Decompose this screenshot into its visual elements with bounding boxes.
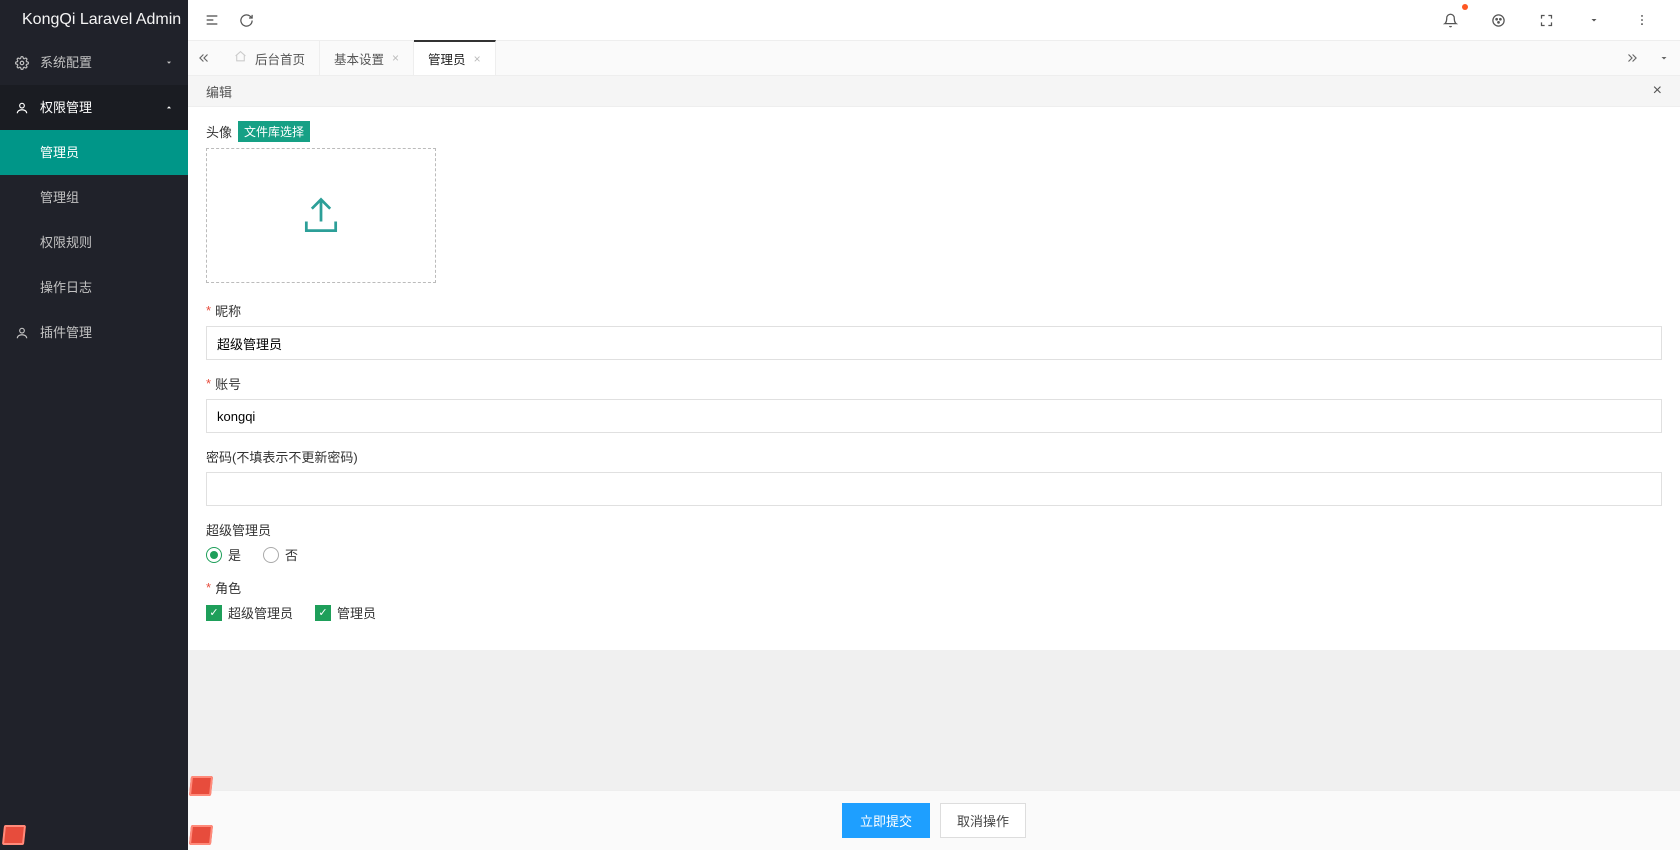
collapse-sidebar-button[interactable] — [198, 6, 226, 34]
radio-label: 是 — [228, 545, 241, 564]
sidebar-item-system[interactable]: 系统配置 — [0, 40, 188, 85]
tab-label: 后台首页 — [255, 49, 305, 68]
spacer — [188, 650, 1680, 790]
upload-icon — [299, 194, 343, 238]
radio-label: 否 — [285, 545, 298, 564]
sidebar-item-operation-log[interactable]: 操作日志 — [0, 265, 188, 310]
password-label: 密码(不填表示不更新密码) — [206, 447, 358, 466]
sidebar-item-label: 权限规则 — [40, 220, 92, 265]
radio-icon — [263, 547, 279, 563]
superadmin-label: 超级管理员 — [206, 520, 271, 539]
role-checkbox-admin[interactable]: ✓ 管理员 — [315, 603, 376, 622]
user-icon — [14, 325, 30, 341]
role-label: 角色 — [215, 578, 241, 597]
sidebar-item-label: 操作日志 — [40, 265, 92, 310]
sidebar-item-label: 管理组 — [40, 175, 79, 220]
checkbox-icon: ✓ — [206, 605, 222, 621]
chevron-up-icon — [164, 85, 174, 130]
tabs-scroll-left[interactable] — [188, 41, 220, 75]
panel-header: 编辑 × — [188, 75, 1680, 107]
account-label: 账号 — [215, 374, 241, 393]
sidebar-item-admin-groups[interactable]: 管理组 — [0, 175, 188, 220]
avatar-label: 头像 — [206, 122, 232, 141]
home-icon — [234, 50, 247, 66]
tab-label: 基本设置 — [334, 49, 384, 68]
tab-admins[interactable]: 管理员 × — [414, 40, 496, 75]
submit-button[interactable]: 立即提交 — [842, 803, 930, 838]
sidebar-item-label: 系统配置 — [40, 40, 92, 85]
sidebar-item-label: 权限管理 — [40, 85, 92, 130]
sidebar-item-permissions[interactable]: 权限管理 — [0, 85, 188, 130]
avatar-upload[interactable] — [206, 148, 436, 283]
checkbox-label: 管理员 — [337, 603, 376, 622]
footer-bar: 立即提交 取消操作 — [188, 790, 1680, 850]
brand-title: KongQi Laravel Admin — [0, 0, 188, 40]
sidebar-item-label: 插件管理 — [40, 310, 92, 355]
tabs-row: 后台首页 基本设置 × 管理员 × — [188, 40, 1680, 75]
close-icon[interactable]: × — [474, 52, 481, 66]
tab-basic-settings[interactable]: 基本设置 × — [320, 41, 414, 75]
chevron-down-icon — [164, 40, 174, 85]
cancel-button[interactable]: 取消操作 — [940, 803, 1026, 838]
more-icon[interactable] — [1628, 6, 1656, 34]
role-checkbox-superadmin[interactable]: ✓ 超级管理员 — [206, 603, 293, 622]
password-input[interactable] — [206, 472, 1662, 506]
checkbox-label: 超级管理员 — [228, 603, 293, 622]
debug-badge-icon[interactable] — [2, 825, 26, 845]
user-icon — [14, 100, 30, 116]
sidebar-item-plugins[interactable]: 插件管理 — [0, 310, 188, 355]
debug-badge-icon[interactable] — [189, 776, 213, 796]
gear-icon — [14, 55, 30, 71]
checkbox-icon: ✓ — [315, 605, 331, 621]
account-input[interactable] — [206, 399, 1662, 433]
debug-badge-icon[interactable] — [189, 825, 213, 845]
superadmin-radio-no[interactable]: 否 — [263, 545, 298, 564]
sidebar-item-label: 管理员 — [40, 130, 79, 175]
tabs-scroll-right[interactable] — [1616, 41, 1648, 75]
fullscreen-icon[interactable] — [1532, 6, 1560, 34]
panel-title-text: 编辑 — [206, 82, 232, 101]
theme-icon[interactable] — [1484, 6, 1512, 34]
nickname-input[interactable] — [206, 326, 1662, 360]
header — [188, 0, 1680, 40]
tabs-dropdown[interactable] — [1648, 41, 1680, 75]
sidebar: KongQi Laravel Admin 系统配置 权限管理 管理员 — [0, 0, 188, 850]
panel-close-button[interactable]: × — [1653, 82, 1662, 100]
sidebar-item-permission-rules[interactable]: 权限规则 — [0, 220, 188, 265]
refresh-button[interactable] — [232, 6, 260, 34]
tab-label: 管理员 — [428, 49, 466, 68]
sidebar-item-admins[interactable]: 管理员 — [0, 130, 188, 175]
close-icon[interactable]: × — [392, 51, 399, 65]
superadmin-radio-yes[interactable]: 是 — [206, 545, 241, 564]
radio-icon — [206, 547, 222, 563]
tab-home[interactable]: 后台首页 — [220, 41, 320, 75]
nickname-label: 昵称 — [215, 301, 241, 320]
notification-icon[interactable] — [1436, 6, 1464, 34]
form-area: 头像 文件库选择 *昵称 *账号 密码(不填表示不更新密码) 超级管理员 — [188, 107, 1680, 850]
file-library-button[interactable]: 文件库选择 — [238, 121, 310, 142]
user-dropdown-icon[interactable] — [1580, 6, 1608, 34]
